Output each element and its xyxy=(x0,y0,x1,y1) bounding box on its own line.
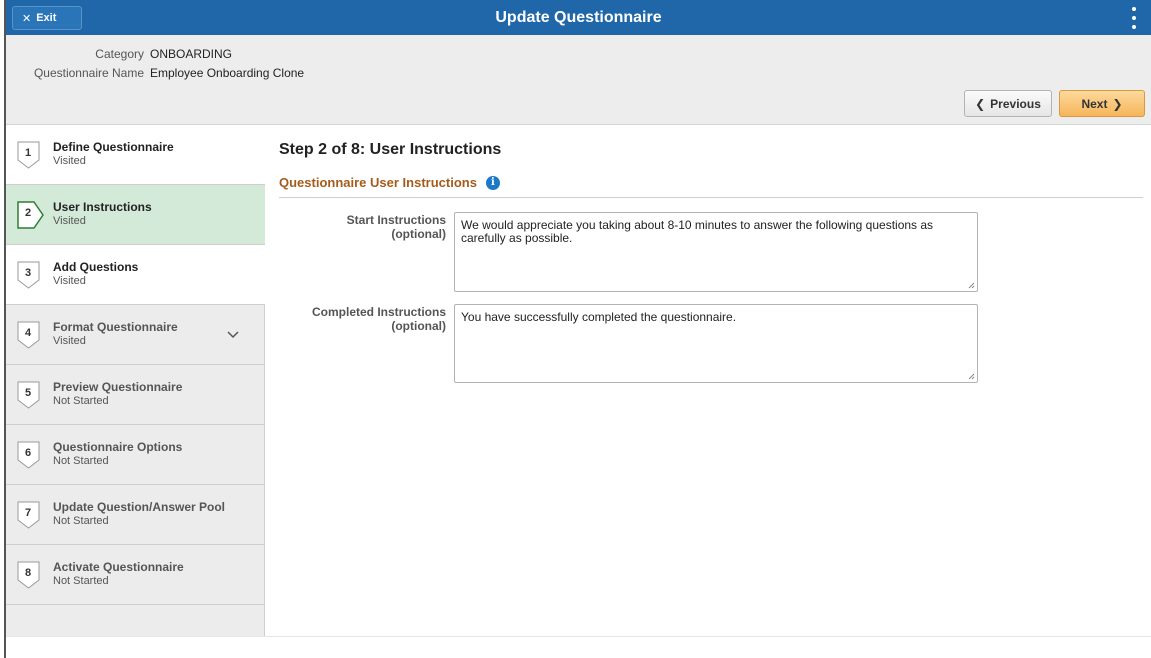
chevron-down-icon[interactable] xyxy=(227,330,239,340)
page-title: Update Questionnaire xyxy=(495,8,662,26)
step-status: Visited xyxy=(53,155,86,167)
next-button[interactable]: Next ❯ xyxy=(1059,90,1145,117)
step-status: Not Started xyxy=(53,515,109,527)
step-number-badge: 1 xyxy=(17,141,41,169)
page-footer xyxy=(6,636,1151,658)
step-number-badge: 5 xyxy=(17,381,41,409)
questionnaire-name-value: Employee Onboarding Clone xyxy=(150,66,305,80)
step-status: Visited xyxy=(53,335,86,347)
step-title: Define Questionnaire xyxy=(53,140,174,154)
step-number-badge: 8 xyxy=(17,561,41,589)
close-icon: ✕ xyxy=(22,12,32,25)
step-navigation: 1 Define Questionnaire Visited 2 User In… xyxy=(6,125,265,636)
step-item-format-questionnaire[interactable]: 4 Format Questionnaire Visited xyxy=(6,305,265,365)
step-status: Visited xyxy=(53,215,86,227)
step-status: Visited xyxy=(53,275,86,287)
start-instructions-label: Start Instructions (optional) xyxy=(346,213,446,241)
step-title: Activate Questionnaire xyxy=(53,560,184,574)
category-label: Category xyxy=(95,47,144,61)
step-heading: Step 2 of 8: User Instructions xyxy=(279,141,502,158)
next-label: Next xyxy=(1081,96,1108,111)
step-item-user-instructions[interactable]: 2 User Instructions Visited xyxy=(6,185,265,245)
category-value: ONBOARDING xyxy=(150,47,233,61)
divider xyxy=(279,197,1143,198)
step-title: Add Questions xyxy=(53,260,139,274)
step-item-add-questions[interactable]: 3 Add Questions Visited xyxy=(6,245,265,305)
questionnaire-name-label: Questionnaire Name xyxy=(33,66,144,80)
resize-handle-icon[interactable] xyxy=(968,373,975,380)
main-content: Step 2 of 8: User Instructions Questionn… xyxy=(266,125,1151,636)
completed-instructions-textarea[interactable]: You have successfully completed the ques… xyxy=(454,304,978,383)
step-number-badge: 2 xyxy=(17,201,44,229)
step-status: Not Started xyxy=(53,395,109,407)
chevron-left-icon: ❮ xyxy=(975,96,986,111)
exit-label: Exit xyxy=(36,12,57,24)
previous-button[interactable]: ❮ Previous xyxy=(964,90,1052,117)
previous-label: Previous xyxy=(990,96,1041,111)
step-title: User Instructions xyxy=(53,200,152,214)
step-status: Not Started xyxy=(53,455,109,467)
info-icon[interactable]: i xyxy=(485,175,500,190)
step-status: Not Started xyxy=(53,575,109,587)
step-number-badge: 7 xyxy=(17,501,41,529)
title-bar: ✕ Exit Update Questionnaire xyxy=(6,0,1151,35)
step-item-update-question-answer-pool[interactable]: 7 Update Question/Answer Pool Not Starte… xyxy=(6,485,265,545)
chevron-right-icon: ❯ xyxy=(1112,96,1123,111)
step-title: Format Questionnaire xyxy=(53,320,178,334)
step-item-questionnaire-options[interactable]: 6 Questionnaire Options Not Started xyxy=(6,425,265,485)
step-item-activate-questionnaire[interactable]: 8 Activate Questionnaire Not Started xyxy=(6,545,265,605)
section-title: Questionnaire User Instructions xyxy=(279,175,477,190)
step-title: Preview Questionnaire xyxy=(53,380,183,394)
completed-instructions-label: Completed Instructions (optional) xyxy=(311,305,446,333)
questionnaire-name-row: Questionnaire Name Employee Onboarding C… xyxy=(6,66,304,80)
section-header: Questionnaire User Instructions i xyxy=(279,175,500,190)
step-number-badge: 3 xyxy=(17,261,41,289)
app-window: ✕ Exit Update Questionnaire Category ONB… xyxy=(4,0,1151,658)
step-number-badge: 6 xyxy=(17,441,41,469)
step-item-preview-questionnaire[interactable]: 5 Preview Questionnaire Not Started xyxy=(6,365,265,425)
step-item-define-questionnaire[interactable]: 1 Define Questionnaire Visited xyxy=(6,125,265,185)
step-title: Questionnaire Options xyxy=(53,440,183,454)
category-row: Category ONBOARDING xyxy=(6,47,232,61)
page-header: Category ONBOARDING Questionnaire Name E… xyxy=(6,35,1151,125)
exit-button[interactable]: ✕ Exit xyxy=(12,6,82,30)
more-options-icon[interactable] xyxy=(1131,7,1137,29)
step-title: Update Question/Answer Pool xyxy=(53,500,226,514)
step-number-badge: 4 xyxy=(17,321,41,349)
resize-handle-icon[interactable] xyxy=(968,282,975,289)
start-instructions-textarea[interactable]: We would appreciate you taking about 8-1… xyxy=(454,212,978,292)
